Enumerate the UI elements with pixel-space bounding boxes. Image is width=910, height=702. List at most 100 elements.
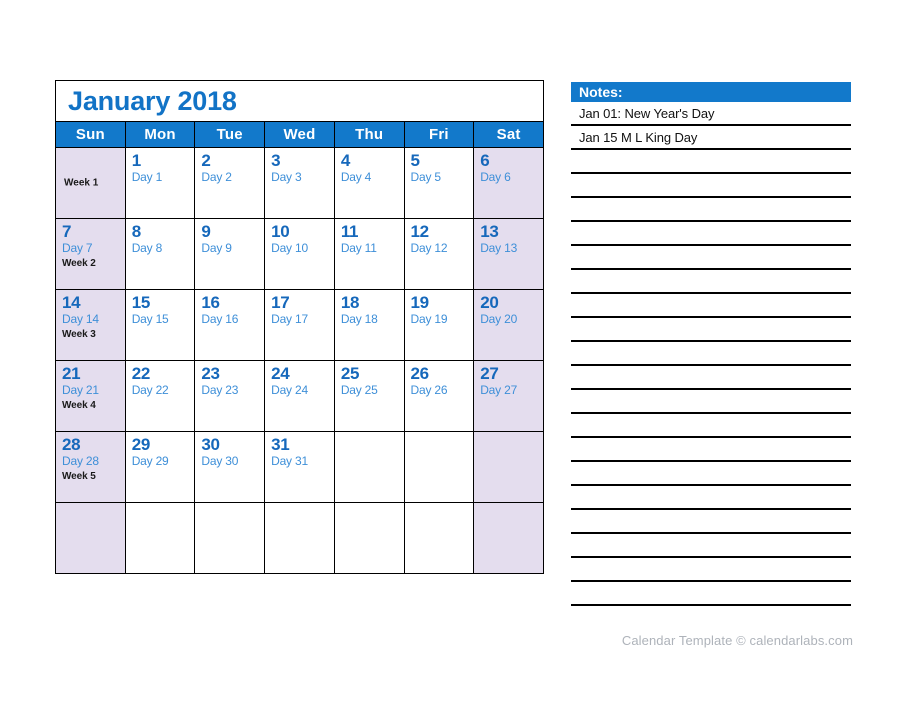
day-of-year-label: Day 26: [410, 382, 448, 397]
note-blank-line[interactable]: [571, 486, 851, 510]
day-of-year-label: Day 12: [410, 240, 448, 255]
calendar-day-cell[interactable]: 8 Day 8: [124, 218, 196, 290]
calendar-day-cell[interactable]: 15 Day 15: [124, 289, 196, 361]
week-number-label: Week 3: [62, 329, 96, 341]
calendar-empty-cell[interactable]: [473, 431, 544, 503]
day-of-year-label: Day 19: [410, 311, 448, 326]
note-blank-line[interactable]: [571, 246, 851, 270]
calendar-day-cell[interactable]: 21 Day 21 Week 4: [55, 360, 126, 432]
day-cell-content: 30 Day 30: [195, 432, 264, 469]
note-blank-line[interactable]: [571, 510, 851, 534]
note-blank-line[interactable]: [571, 414, 851, 438]
day-number: 30: [201, 435, 220, 454]
calendar-empty-cell[interactable]: [333, 502, 405, 574]
note-blank-line[interactable]: [571, 222, 851, 246]
note-blank-line[interactable]: [571, 174, 851, 198]
day-cell-content: 27 Day 27: [474, 361, 543, 398]
day-cell-content: 5 Day 5: [405, 148, 474, 185]
day-of-year-label: Day 27: [480, 382, 518, 397]
page-title: January 2018: [68, 85, 237, 116]
calendar-week-row: 28 Day 28 Week 5 29 Day 29 30 Day 30 31 Day 31: [55, 431, 544, 503]
calendar-empty-cell[interactable]: Week 1: [55, 147, 126, 219]
note-blank-line[interactable]: [571, 534, 851, 558]
day-of-year-label: Day 11: [340, 240, 377, 255]
day-number: 12: [410, 222, 430, 241]
day-number: 16: [201, 293, 220, 312]
day-number: 7: [62, 222, 72, 241]
calendar-day-cell[interactable]: 27 Day 27: [473, 360, 544, 432]
calendar-empty-cell[interactable]: [403, 502, 475, 574]
week-number-label: Week 5: [62, 471, 96, 483]
week-number-label: Week 2: [62, 258, 96, 270]
calendar-empty-cell[interactable]: [194, 502, 266, 574]
calendar-week-row: 7 Day 7 Week 2 8 Day 8 9 Day 9 10 Day 10 11 Day 11…: [55, 218, 544, 290]
weekday-header-sat: Sat: [473, 121, 544, 148]
note-blank-line[interactable]: [571, 318, 851, 342]
note-entry[interactable]: Jan 01: New Year's Day: [571, 102, 851, 126]
note-blank-line[interactable]: [571, 390, 851, 414]
calendar-day-cell[interactable]: 2 Day 2: [194, 147, 266, 219]
day-number: 11: [340, 222, 359, 241]
calendar-day-cell[interactable]: 11 Day 11: [333, 218, 405, 290]
calendar-day-cell[interactable]: 28 Day 28 Week 5: [55, 431, 126, 503]
day-of-year-label: Day 29: [131, 453, 169, 468]
calendar-day-cell[interactable]: 31 Day 31: [264, 431, 335, 503]
calendar-empty-cell[interactable]: [403, 431, 475, 503]
calendar-day-cell[interactable]: 12 Day 12: [403, 218, 475, 290]
note-blank-line[interactable]: [571, 294, 851, 318]
calendar-day-cell[interactable]: 17 Day 17: [264, 289, 335, 361]
calendar-day-cell[interactable]: 29 Day 29: [124, 431, 196, 503]
note-blank-line[interactable]: [571, 438, 851, 462]
calendar-day-cell[interactable]: 25 Day 25: [333, 360, 405, 432]
day-number: 2: [201, 151, 211, 170]
calendar-day-cell[interactable]: 9 Day 9: [194, 218, 266, 290]
calendar-empty-cell[interactable]: [124, 502, 196, 574]
day-number: 27: [480, 364, 499, 383]
calendar-empty-cell[interactable]: [333, 431, 405, 503]
weekday-header-thu: Thu: [333, 121, 405, 148]
note-blank-line[interactable]: [571, 582, 851, 606]
day-cell-content: 29 Day 29: [126, 432, 195, 469]
calendar-empty-cell[interactable]: [55, 502, 126, 574]
calendar-day-cell[interactable]: 3 Day 3: [264, 147, 335, 219]
calendar-day-cell[interactable]: 10 Day 10: [264, 218, 335, 290]
calendar-day-cell[interactable]: 19 Day 19: [403, 289, 475, 361]
weekday-header-row: Sun Mon Tue Wed Thu Fri Sat: [55, 121, 544, 148]
calendar-day-cell[interactable]: 20 Day 20: [473, 289, 544, 361]
day-number: 8: [131, 222, 141, 241]
day-number: 13: [480, 222, 499, 241]
note-blank-line[interactable]: [571, 558, 851, 582]
day-cell-content: 21 Day 21 Week 4: [56, 361, 125, 413]
calendar-day-cell[interactable]: 5 Day 5: [403, 147, 475, 219]
note-blank-line[interactable]: [571, 366, 851, 390]
calendar-day-cell[interactable]: 26 Day 26: [403, 360, 475, 432]
day-number: 14: [62, 293, 81, 312]
note-blank-line[interactable]: [571, 198, 851, 222]
calendar-week-row: Week 1 1 Day 1 2 Day 2 3 Day 3 4 Day 4 5 Day 5 6 Day…: [55, 147, 544, 219]
calendar-day-cell[interactable]: 14 Day 14 Week 3: [55, 289, 126, 361]
calendar-day-cell[interactable]: 23 Day 23: [194, 360, 266, 432]
note-blank-line[interactable]: [571, 462, 851, 486]
calendar-day-cell[interactable]: 4 Day 4: [333, 147, 405, 219]
calendar-day-cell[interactable]: 22 Day 22: [124, 360, 196, 432]
calendar-day-cell[interactable]: 6 Day 6: [473, 147, 544, 219]
calendar-day-cell[interactable]: 13 Day 13: [473, 218, 544, 290]
calendar-empty-cell[interactable]: [264, 502, 335, 574]
note-blank-line[interactable]: [571, 150, 851, 174]
note-blank-line[interactable]: [571, 342, 851, 366]
day-of-year-label: Day 15: [131, 311, 169, 326]
calendar-day-cell[interactable]: 18 Day 18: [333, 289, 405, 361]
note-blank-line[interactable]: [571, 270, 851, 294]
calendar-title-bar: January 2018: [55, 80, 544, 121]
calendar-day-cell[interactable]: 16 Day 16: [194, 289, 266, 361]
note-text: Jan 01: New Year's Day: [579, 106, 715, 121]
calendar-day-cell[interactable]: 24 Day 24: [264, 360, 335, 432]
day-number: 31: [271, 435, 290, 454]
calendar-empty-cell[interactable]: [473, 502, 544, 574]
calendar-day-cell[interactable]: 30 Day 30: [194, 431, 266, 503]
day-number: 29: [131, 435, 151, 454]
calendar-day-cell[interactable]: 1 Day 1: [124, 147, 196, 219]
note-entry[interactable]: Jan 15 M L King Day: [571, 126, 851, 150]
calendar-day-cell[interactable]: 7 Day 7 Week 2: [55, 218, 126, 290]
day-cell-content: 31 Day 31: [265, 432, 334, 469]
